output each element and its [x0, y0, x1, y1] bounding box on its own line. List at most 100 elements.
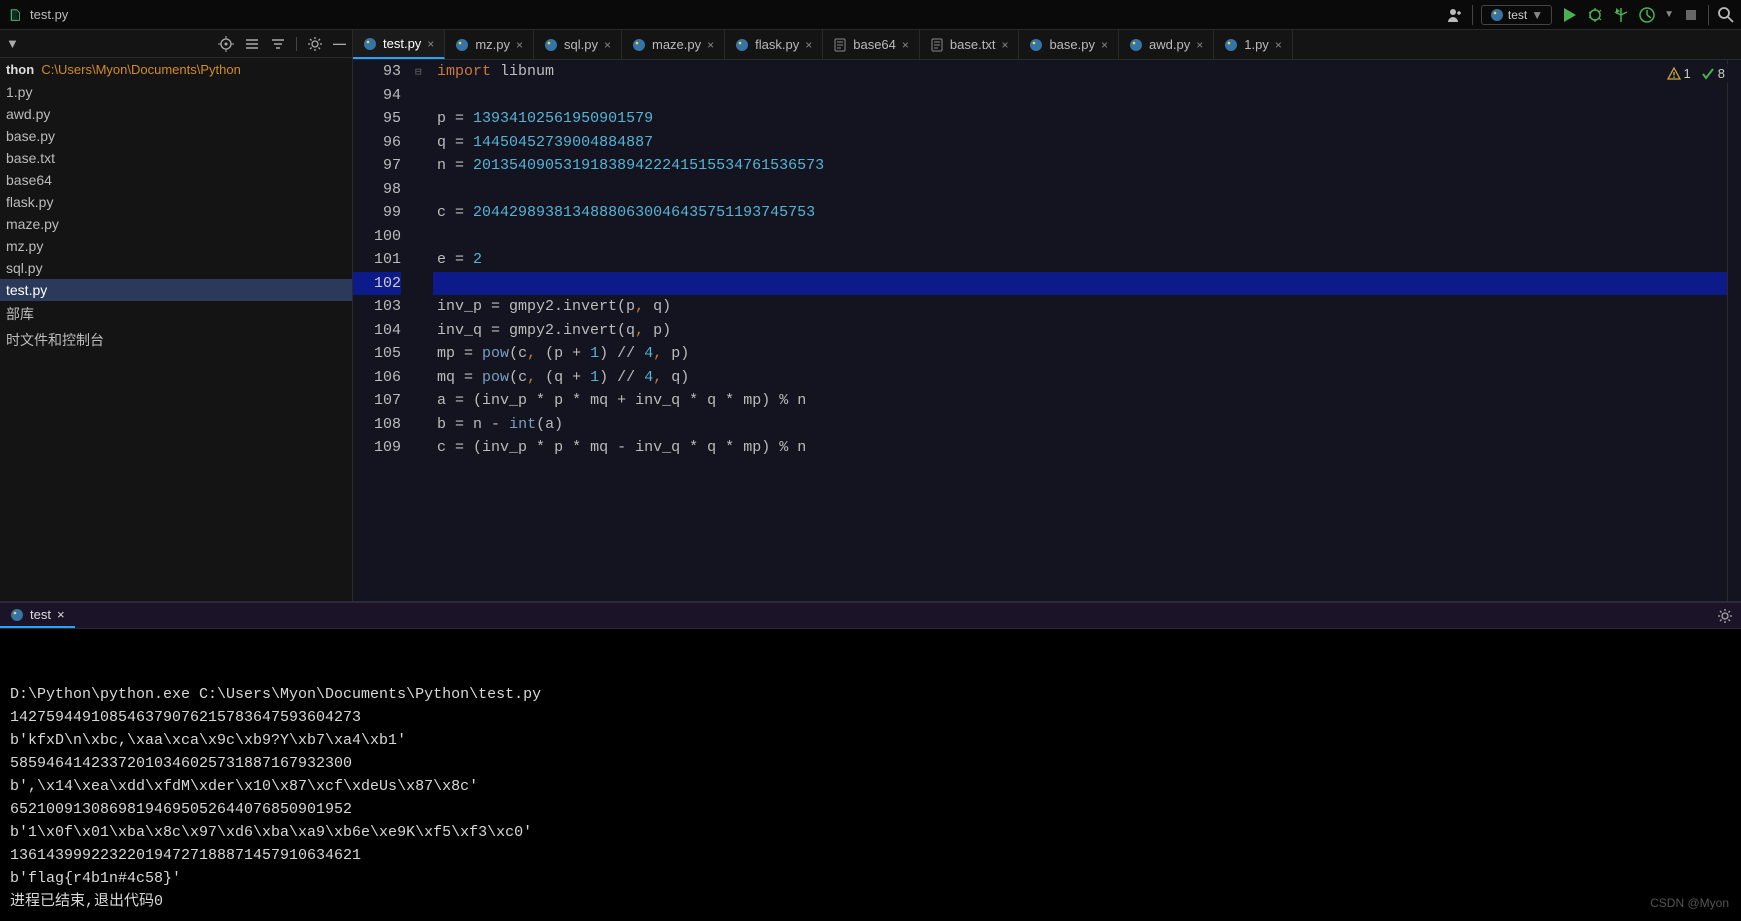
close-icon[interactable]: × — [902, 38, 909, 52]
file-item[interactable]: base.py — [0, 125, 352, 147]
code-line[interactable]: mq = pow(c, (q + 1) // 4, q) — [433, 366, 1727, 390]
close-icon[interactable]: × — [1101, 38, 1108, 52]
editor-tab[interactable]: mz.py × — [445, 30, 534, 59]
editor-tab[interactable]: base.txt × — [920, 30, 1020, 59]
run-tabbar: test × — [0, 603, 1741, 629]
stop-icon[interactable] — [1682, 6, 1700, 24]
hide-panel-icon[interactable]: — — [333, 36, 346, 51]
code-line[interactable] — [433, 225, 1727, 249]
fold-marker — [411, 154, 433, 178]
console-line: 58594641423372010346025731887167932300 — [10, 752, 1731, 775]
close-icon[interactable]: × — [805, 38, 812, 52]
run-coverage-icon[interactable] — [1612, 6, 1630, 24]
inspections-widget[interactable]: 1 8 — [1663, 64, 1729, 83]
editor-tab[interactable]: base64 × — [823, 30, 920, 59]
profile-icon[interactable] — [1638, 6, 1656, 24]
code-line[interactable] — [433, 84, 1727, 108]
console-output[interactable]: D:\Python\python.exe C:\Users\Myon\Docum… — [0, 629, 1741, 921]
gear-icon[interactable] — [307, 36, 323, 52]
tab-label: mz.py — [475, 37, 510, 52]
line-number: 108 — [353, 413, 401, 437]
error-stripe[interactable] — [1727, 60, 1741, 601]
file-item[interactable]: sql.py — [0, 257, 352, 279]
code-line[interactable]: n = 201354090531918389422241515534761536… — [433, 154, 1727, 178]
close-icon[interactable]: × — [1275, 38, 1282, 52]
console-line: b'1\x0f\x01\xba\x8c\x97\xd6\xba\xa9\xb6e… — [10, 821, 1731, 844]
code-line[interactable]: c = (inv_p * p * mq - inv_q * q * mp) % … — [433, 436, 1727, 460]
warnings-indicator[interactable]: 1 — [1667, 66, 1691, 81]
code-line[interactable] — [433, 178, 1727, 202]
run-icon[interactable] — [1560, 6, 1578, 24]
code-line[interactable] — [433, 272, 1727, 296]
external-libraries[interactable]: 部库 — [0, 301, 352, 327]
close-icon[interactable]: × — [1196, 38, 1203, 52]
tab-label: base.txt — [950, 37, 996, 52]
collapse-all-icon[interactable] — [270, 36, 286, 52]
python-file-icon — [1129, 38, 1143, 52]
close-icon[interactable]: × — [1001, 38, 1008, 52]
run-tab-label: test — [30, 607, 51, 622]
code-line[interactable]: q = 14450452739004884887 — [433, 131, 1727, 155]
debug-icon[interactable] — [1586, 6, 1604, 24]
editor-tab[interactable]: sql.py × — [534, 30, 622, 59]
close-icon[interactable]: × — [516, 38, 523, 52]
code-line[interactable]: mp = pow(c, (p + 1) // 4, p) — [433, 342, 1727, 366]
locate-icon[interactable] — [218, 36, 234, 52]
project-sidebar: ▼ — thon C:\Users\Myon\Documents\Python … — [0, 30, 353, 601]
file-item[interactable]: test.py — [0, 279, 352, 301]
code-line[interactable]: p = 13934102561950901579 — [433, 107, 1727, 131]
editor-tab[interactable]: base.py× — [1019, 30, 1119, 59]
code-line[interactable]: a = (inv_p * p * mq + inv_q * q * mp) % … — [433, 389, 1727, 413]
scratches-consoles[interactable]: 时文件和控制台 — [0, 327, 352, 353]
close-icon[interactable]: × — [57, 607, 65, 622]
line-number: 94 — [353, 84, 401, 108]
tab-label: test.py — [383, 36, 421, 51]
code-area[interactable]: import libnum p = 13934102561950901579q =… — [433, 60, 1727, 601]
divider — [1472, 5, 1473, 25]
tab-label: sql.py — [564, 37, 598, 52]
chevron-down-icon[interactable]: ▼ — [6, 36, 22, 52]
close-icon[interactable]: × — [707, 38, 714, 52]
close-icon[interactable]: × — [604, 38, 611, 52]
editor-tab[interactable]: test.py × — [353, 30, 445, 59]
expand-all-icon[interactable] — [244, 36, 260, 52]
chevron-down-small-icon[interactable]: ▼ — [1664, 9, 1674, 20]
search-icon[interactable] — [1717, 6, 1735, 24]
code-line[interactable]: inv_q = gmpy2.invert(q, p) — [433, 319, 1727, 343]
editor-tab[interactable]: maze.py× — [622, 30, 725, 59]
file-item[interactable]: maze.py — [0, 213, 352, 235]
add-user-icon[interactable] — [1446, 6, 1464, 24]
code-line[interactable]: c = 204429893813488806300464357511937457… — [433, 201, 1727, 225]
file-item[interactable]: mz.py — [0, 235, 352, 257]
project-root[interactable]: thon C:\Users\Myon\Documents\Python — [0, 58, 352, 81]
file-item[interactable]: awd.py — [0, 103, 352, 125]
file-item[interactable]: flask.py — [0, 191, 352, 213]
fold-marker — [411, 319, 433, 343]
project-name: thon — [6, 62, 34, 77]
code-line[interactable]: inv_p = gmpy2.invert(p, q) — [433, 295, 1727, 319]
file-item[interactable]: 1.py — [0, 81, 352, 103]
gear-icon[interactable] — [1717, 608, 1733, 624]
fold-marker — [411, 178, 433, 202]
tab-label: base64 — [853, 37, 896, 52]
editor-body[interactable]: 1 8 939495969798991001011021031041051061… — [353, 60, 1741, 601]
code-line[interactable]: e = 2 — [433, 248, 1727, 272]
console-line: D:\Python\python.exe C:\Users\Myon\Docum… — [10, 683, 1731, 706]
editor-tab[interactable]: flask.py× — [725, 30, 823, 59]
python-file-icon — [632, 38, 646, 52]
file-item[interactable]: base.txt — [0, 147, 352, 169]
line-number: 106 — [353, 366, 401, 390]
python-file-icon — [544, 38, 558, 52]
editor-tab[interactable]: awd.py× — [1119, 30, 1214, 59]
run-config-selector[interactable]: test ▼ — [1481, 5, 1552, 25]
close-icon[interactable]: × — [427, 37, 434, 51]
run-tab[interactable]: test × — [0, 603, 75, 628]
line-number: 95 — [353, 107, 401, 131]
code-line[interactable]: import libnum — [433, 60, 1727, 84]
checks-indicator[interactable]: 8 — [1701, 66, 1725, 81]
file-item[interactable]: base64 — [0, 169, 352, 191]
code-line[interactable]: b = n - int(a) — [433, 413, 1727, 437]
console-line: b',\x14\xea\xdd\xfdM\xder\x10\x87\xcf\xd… — [10, 775, 1731, 798]
fold-marker: ⊟ — [411, 60, 433, 84]
editor-tab[interactable]: 1.py× — [1214, 30, 1293, 59]
